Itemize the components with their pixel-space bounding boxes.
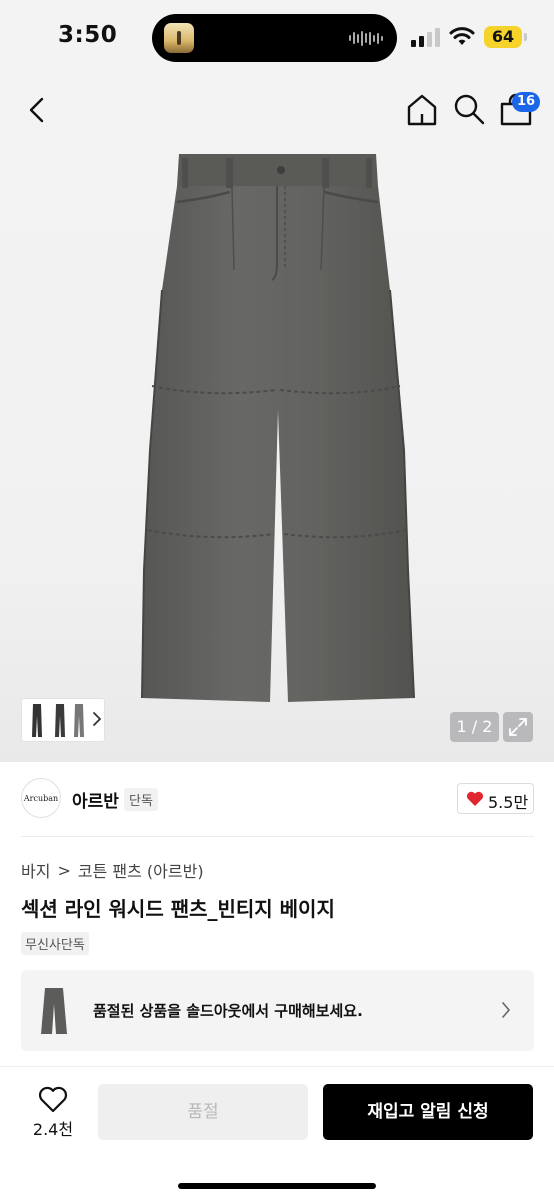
chevron-right-icon [502, 1002, 511, 1018]
chevron-right-icon[interactable] [92, 711, 102, 727]
search-icon[interactable] [452, 92, 486, 126]
now-playing-artwork [164, 23, 194, 53]
breadcrumb-item[interactable]: 코튼 팬츠 (아르반) [78, 858, 204, 882]
dynamic-island[interactable] [152, 14, 397, 62]
wishlist-button[interactable]: 2.4천 [26, 1082, 80, 1142]
thumbnail-image[interactable] [55, 704, 65, 737]
expand-image-button[interactable] [503, 712, 533, 742]
divider [21, 836, 534, 837]
status-bar: 3:50 64 [0, 0, 554, 76]
wifi-icon [449, 27, 475, 45]
home-indicator[interactable] [178, 1183, 376, 1189]
breadcrumb-item[interactable]: 바지 [21, 858, 50, 882]
thumbnail-image[interactable] [32, 704, 42, 737]
soldout-product-thumbnail [41, 988, 67, 1034]
wishlist-count: 2.4천 [32, 1120, 74, 1139]
bottom-bar-divider [0, 1066, 554, 1067]
heart-outline-icon [38, 1086, 68, 1113]
product-image [141, 154, 415, 702]
expand-icon [509, 718, 527, 736]
soldout-button: 품절 [98, 1084, 308, 1140]
back-arrow-icon[interactable] [22, 94, 54, 126]
brand-logo[interactable]: Arcuban [21, 778, 61, 818]
top-navigation [0, 76, 554, 144]
heart-filled-icon [466, 791, 484, 806]
image-page-counter: 1 / 2 [450, 712, 499, 742]
cart-count-badge: 16 [512, 92, 541, 112]
product-title: 섹션 라인 워시드 팬츠_빈티지 베이지 [21, 897, 335, 921]
brand-like-button[interactable]: 5.5만 [457, 783, 534, 814]
breadcrumb-separator: > [57, 860, 71, 880]
home-icon[interactable] [404, 92, 440, 128]
cellular-signal-icon [411, 28, 440, 47]
battery-indicator: 64 [484, 26, 527, 48]
thumbnail-image[interactable] [74, 704, 84, 737]
brand-exclusive-badge: 단독 [124, 788, 158, 811]
thumbnail-strip[interactable] [21, 698, 105, 742]
breadcrumb: 바지 > 코튼 팬츠 (아르반) [21, 858, 204, 882]
restock-alert-button[interactable]: 재입고 알림 신청 [323, 1084, 533, 1140]
brand-name[interactable]: 아르반 [72, 787, 119, 812]
soldout-banner-text: 품절된 상품을 솔드아웃에서 구매해보세요. [93, 1002, 363, 1020]
status-time: 3:50 [58, 22, 118, 48]
brand-like-count: 5.5만 [488, 793, 529, 812]
soldout-banner[interactable]: 품절된 상품을 솔드아웃에서 구매해보세요. [21, 970, 534, 1051]
product-image-gallery[interactable]: 1 / 2 [0, 144, 554, 762]
audio-waveform-icon [349, 30, 383, 46]
exclusive-tag: 무신사단독 [21, 932, 89, 955]
